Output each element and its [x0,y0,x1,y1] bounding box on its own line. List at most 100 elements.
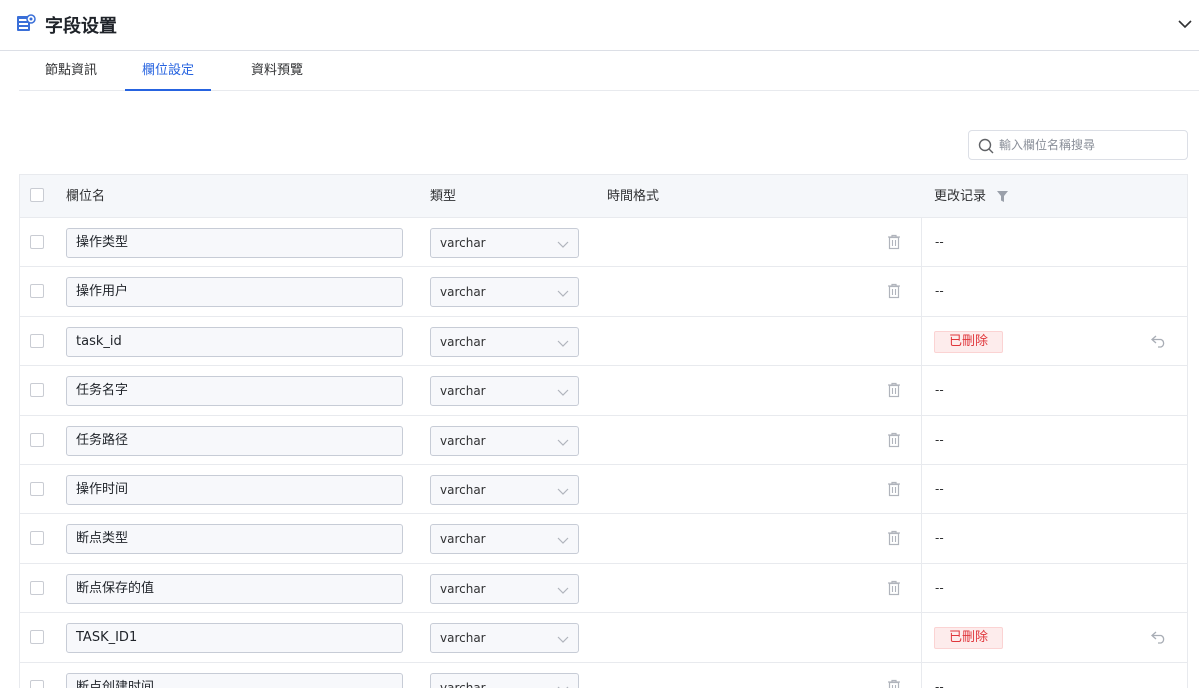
type-select[interactable]: varchar [430,277,579,308]
delete-icon[interactable] [887,530,901,546]
table-row: 操作类型 varchar -- [20,218,1187,268]
change-log-text: -- [935,481,944,496]
type-select-value: varchar [440,334,486,349]
field-name-input[interactable]: 断点创建时间 [66,672,403,688]
change-log-text: -- [935,284,944,299]
type-select[interactable]: varchar [430,573,579,604]
change-log-text: -- [935,432,944,447]
field-name-input[interactable]: 任务路径 [66,425,403,456]
type-select-value: varchar [440,482,486,497]
search-icon [978,138,994,154]
field-name-input[interactable]: 断点类型 [66,524,403,555]
type-select[interactable]: varchar [430,376,579,407]
delete-icon[interactable] [887,432,901,448]
undo-icon[interactable] [1151,630,1167,644]
delete-icon[interactable] [887,580,901,596]
field-name-input[interactable]: 操作时间 [66,474,403,505]
chevron-down-icon [557,439,569,446]
field-name-input[interactable]: 任务名字 [66,376,403,407]
table-settings-icon [17,14,36,31]
type-select-value: varchar [440,384,486,399]
chevron-down-icon [557,488,569,495]
type-select[interactable]: varchar [430,474,579,505]
type-select[interactable]: varchar [430,524,579,555]
type-select-value: varchar [440,631,486,646]
chevron-down-icon [557,537,569,545]
tab-field-settings[interactable]: 欄位設定 [125,52,211,91]
delete-icon[interactable] [887,382,901,398]
field-name-input[interactable]: 操作用户 [66,277,403,308]
header-change-log: 更改记录 [934,189,987,204]
fields-table: 欄位名 類型 時間格式 更改记录 操作类型 varchar -- 操作用户 varcha… [19,174,1188,688]
row-checkbox[interactable] [30,333,44,348]
table-row: 断点保存的值 varchar -- [20,564,1187,614]
type-select[interactable]: varchar [430,425,579,456]
page-title: 字段设置 [45,16,117,37]
type-select-value: varchar [440,680,486,688]
search-input[interactable] [999,135,1179,155]
table-row: 操作时间 varchar -- [20,465,1187,515]
type-select-value: varchar [440,532,486,547]
undo-icon[interactable] [1151,334,1167,348]
header-type: 類型 [430,189,457,204]
delete-icon[interactable] [887,283,901,299]
table-row: 任务名字 varchar -- [20,366,1187,416]
field-name-input[interactable]: 操作类型 [66,228,403,258]
row-checkbox[interactable] [30,481,44,496]
row-checkbox[interactable] [30,531,44,546]
change-log-text: -- [935,383,944,398]
chevron-down-icon [557,241,569,248]
filter-icon[interactable] [996,190,1009,203]
select-all-checkbox[interactable] [30,188,44,202]
chevron-down-icon [557,587,569,594]
change-log-text: -- [935,679,944,688]
type-select-value: varchar [440,236,486,250]
change-log-text: -- [935,580,944,595]
field-name-input[interactable]: TASK_ID1 [66,623,403,654]
type-select[interactable]: varchar [430,672,579,688]
chevron-down-icon [557,389,569,397]
change-log-text: -- [935,235,944,249]
tab-bar: 節點資訊 欄位設定 資料預覽 [19,52,1199,91]
field-name-input[interactable]: 断点保存的值 [66,573,403,604]
status-badge: 已刪除 [934,627,1004,650]
table-row: 操作用户 varchar -- [20,267,1187,317]
table-body: 操作类型 varchar -- 操作用户 varchar -- task_id varchar… [20,218,1187,688]
type-select[interactable]: varchar [430,228,579,258]
chevron-down-icon [557,686,569,688]
row-checkbox[interactable] [30,432,44,447]
delete-icon[interactable] [887,234,901,250]
change-log-text: -- [935,531,944,546]
row-checkbox[interactable] [30,580,44,595]
row-checkbox[interactable] [30,630,44,645]
page-header: 字段设置 [0,0,1199,51]
header-time-format: 時間格式 [607,189,660,204]
table-row: 任务路径 varchar -- [20,416,1187,465]
header-field-name: 欄位名 [66,189,106,204]
row-checkbox[interactable] [30,383,44,398]
table-row: task_id varchar 已刪除 [20,317,1187,367]
type-select[interactable]: varchar [430,326,579,357]
chevron-down-icon [557,290,569,298]
row-checkbox[interactable] [30,679,44,688]
delete-icon[interactable] [887,481,901,497]
table-header: 欄位名 類型 時間格式 更改记录 [20,175,1187,218]
chevron-down-icon [557,340,569,347]
table-row: TASK_ID1 varchar 已刪除 [20,613,1187,663]
delete-icon[interactable] [887,679,901,688]
type-select-value: varchar [440,581,486,596]
row-checkbox[interactable] [30,284,44,299]
table-row: 断点类型 varchar -- [20,514,1187,564]
type-select[interactable]: varchar [430,623,579,654]
search-box [968,130,1188,160]
chevron-down-icon [557,636,569,643]
tab-data-preview[interactable]: 資料預覽 [248,52,306,91]
table-row: 断点创建时间 varchar -- [20,663,1187,688]
field-name-input[interactable]: task_id [66,326,403,357]
status-badge: 已刪除 [934,330,1004,353]
type-select-value: varchar [440,433,486,448]
row-checkbox[interactable] [30,235,44,249]
chevron-down-icon[interactable] [1177,16,1193,32]
tab-node-info[interactable]: 節點資訊 [36,52,106,91]
type-select-value: varchar [440,285,486,300]
